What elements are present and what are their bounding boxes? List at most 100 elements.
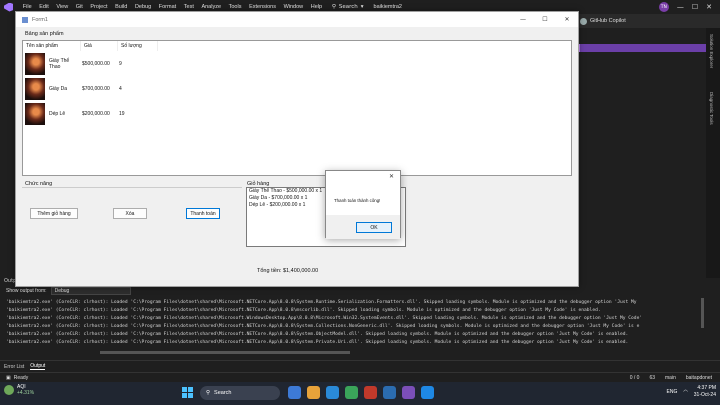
- col-qty-header[interactable]: Số lượng: [118, 41, 158, 51]
- close-icon[interactable]: ✕: [556, 12, 578, 27]
- menu-extensions[interactable]: Extensions: [245, 4, 280, 10]
- output-line: 'baikiemtra2.exe' (CoreCLR: clrhost): Lo…: [6, 340, 629, 345]
- form1-window: Form1 — ☐ ✕ Bảng sản phẩm Tên sản phẩm G…: [15, 11, 579, 287]
- menu-test[interactable]: Test: [180, 4, 198, 10]
- product-image: [25, 53, 45, 75]
- menu-format[interactable]: Format: [155, 4, 180, 10]
- vs-search-box[interactable]: ⚲ Search ▾: [332, 4, 364, 10]
- chevron-down-icon: ▾: [360, 4, 364, 10]
- add-to-cart-button[interactable]: Thêm giỏ hàng: [30, 208, 78, 219]
- product-qty: 4: [119, 86, 122, 92]
- avatar[interactable]: TN: [658, 2, 669, 12]
- wifi-icon[interactable]: ◠: [683, 389, 687, 395]
- status-branch[interactable]: main: [665, 375, 676, 381]
- close-icon[interactable]: ✕: [706, 3, 712, 11]
- output-line: 'baikiemtra2.exe' (CoreCLR: clrhost): Lo…: [6, 316, 643, 321]
- output-horizontal-scrollbar[interactable]: [100, 351, 350, 354]
- minimize-icon[interactable]: —: [512, 12, 534, 27]
- tab-solution-explorer[interactable]: Solution Explorer: [709, 34, 714, 68]
- output-source-row: Show output from: Debug: [6, 287, 131, 295]
- menu-debug[interactable]: Debug: [131, 4, 155, 10]
- vs-project-name: baikiemtra2: [373, 4, 402, 10]
- maximize-icon[interactable]: ☐: [692, 3, 698, 11]
- tab-diagnostic-tools[interactable]: Diagnostic Tools: [709, 92, 714, 125]
- taskbar-search[interactable]: ⚲ Search: [200, 386, 280, 400]
- product-name: Giày Da: [49, 86, 68, 92]
- form-app-icon[interactable]: [421, 386, 434, 399]
- menu-build[interactable]: Build: [111, 4, 131, 10]
- col-price-header[interactable]: Giá: [81, 41, 118, 51]
- output-vertical-scrollbar[interactable]: [701, 298, 704, 328]
- language-indicator[interactable]: ENG: [667, 389, 678, 395]
- search-icon: ⚲: [206, 390, 211, 396]
- table-row[interactable]: Dép Lê $200,000.00 19: [23, 102, 183, 126]
- menu-tools[interactable]: Tools: [225, 4, 245, 10]
- output-pane: Output Show output from: Debug 'baikiemt…: [0, 276, 706, 360]
- maximize-icon[interactable]: ☐: [534, 12, 556, 27]
- output-line: 'baikiemtra2.exe' (CoreCLR: clrhost): Lo…: [6, 332, 629, 337]
- weather-widget[interactable]: AQI +4.31%: [4, 384, 34, 396]
- products-grid[interactable]: Tên sản phẩm Giá Số lượng Giày Thể Thao …: [22, 40, 572, 176]
- taskbar-apps: [288, 386, 434, 399]
- edge-icon[interactable]: [326, 386, 339, 399]
- vscode-icon[interactable]: [383, 386, 396, 399]
- close-icon[interactable]: ✕: [389, 173, 394, 180]
- status-arrows[interactable]: 0 / 0: [630, 375, 640, 381]
- weather-icon: [4, 385, 14, 395]
- bottom-tool-tabs: Error List Output: [0, 360, 720, 372]
- menu-project[interactable]: Project: [87, 4, 112, 10]
- form-title: Form1: [32, 16, 48, 23]
- show-output-label: Show output from:: [6, 288, 47, 294]
- status-ready-text: Ready: [13, 374, 29, 381]
- menu-file[interactable]: File: [19, 4, 35, 10]
- copilot-icon: [580, 17, 587, 25]
- functions-group-label: Chức năng: [24, 181, 54, 187]
- product-name: Giày Thể Thao: [49, 58, 70, 70]
- start-button[interactable]: [182, 387, 193, 398]
- menu-help[interactable]: Help: [307, 4, 326, 10]
- menu-git[interactable]: Git: [72, 4, 87, 10]
- tab-error-list[interactable]: Error List: [4, 364, 24, 370]
- output-source-value: Debug: [54, 288, 70, 294]
- output-line: 'baikiemtra2.exe' (CoreCLR: clrhost): Lo…: [6, 308, 601, 313]
- product-price: $700,000.00: [82, 86, 110, 92]
- chrome-icon[interactable]: [345, 386, 358, 399]
- table-row[interactable]: Giày Thể Thao $500,000.00 9: [23, 52, 183, 76]
- output-source-select[interactable]: Debug: [50, 287, 131, 295]
- dialog-message: Thanh toán thành công!: [334, 198, 381, 203]
- task-view-icon[interactable]: [288, 386, 301, 399]
- github-copilot-button[interactable]: GitHub Copilot: [580, 17, 626, 25]
- delete-button[interactable]: Xóa: [113, 208, 147, 219]
- system-tray: ENG ◠ 4:37 PM 31-Oct-24: [667, 385, 716, 399]
- visual-studio-icon[interactable]: [402, 386, 415, 399]
- minimize-icon[interactable]: —: [677, 3, 684, 11]
- product-name: Dép Lê: [49, 111, 66, 117]
- clock[interactable]: 4:37 PM 31-Oct-24: [694, 385, 716, 399]
- total-label: Tổng tiền: $1,400,000.00: [257, 268, 319, 274]
- product-price: $500,000.00: [82, 61, 110, 67]
- status-repo[interactable]: baitapdonet: [686, 375, 712, 381]
- col-name-header[interactable]: Tên sản phẩm: [23, 41, 81, 51]
- product-image: [25, 103, 45, 125]
- form-title-bar: Form1 — ☐ ✕: [16, 12, 578, 27]
- weather-change: +4.31%: [17, 390, 35, 396]
- tab-output[interactable]: Output: [30, 363, 46, 370]
- status-edits[interactable]: 63: [649, 375, 655, 381]
- vs-title-right: TN — ☐ ✕: [658, 0, 720, 14]
- product-qty: 9: [119, 61, 122, 67]
- ok-button[interactable]: OK: [356, 222, 392, 233]
- message-dialog: ✕ Thanh toán thành công! OK: [325, 170, 401, 239]
- menu-analyze[interactable]: Analyze: [198, 4, 225, 10]
- menu-window[interactable]: Window: [280, 4, 307, 10]
- visual-studio-logo-icon: [4, 2, 13, 12]
- menu-view[interactable]: View: [53, 4, 72, 10]
- menu-edit[interactable]: Edit: [35, 4, 52, 10]
- clock-time: 4:37 PM: [697, 385, 716, 391]
- file-explorer-icon[interactable]: [307, 386, 320, 399]
- output-text[interactable]: 'baikiemtra2.exe' (CoreCLR: clrhost): Lo…: [6, 299, 696, 347]
- product-qty: 19: [119, 111, 125, 117]
- table-row[interactable]: Giày Da $700,000.00 4: [23, 77, 183, 101]
- products-group-label: Bảng sản phẩm: [24, 31, 65, 37]
- app-icon[interactable]: [364, 386, 377, 399]
- checkout-button[interactable]: Thanh toán: [186, 208, 220, 219]
